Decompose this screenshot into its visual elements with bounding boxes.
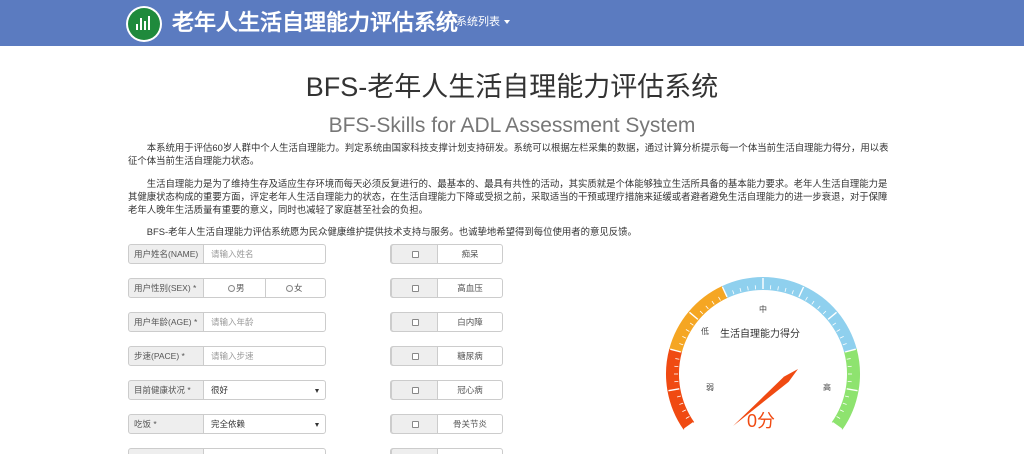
- sex-label: 用户性别(SEX) *: [128, 278, 204, 298]
- gauge-label-weak: 弱: [706, 383, 714, 392]
- pace-input[interactable]: 请输入步速: [203, 346, 326, 366]
- gauge-band-blue: [722, 277, 857, 353]
- gauge-score: 0分: [747, 411, 775, 431]
- condition-label: 骨关节炎: [452, 419, 487, 429]
- gauge-label-high: 高: [823, 382, 831, 392]
- select-arrow-icon: [315, 423, 319, 427]
- eat-select[interactable]: 完全依赖: [203, 414, 326, 434]
- page-title: BFS-老年人生活自理能力评估系统: [305, 72, 719, 102]
- sex-female-option[interactable]: 女: [265, 278, 326, 298]
- top-navbar: 老年人生活自理能力评估系统 系统列表: [0, 0, 1024, 46]
- eat-select-value: 完全依赖: [211, 419, 246, 429]
- condition-cataract[interactable]: 白内障: [390, 312, 503, 332]
- name-input[interactable]: 请输入姓名: [203, 244, 326, 264]
- condition-coronary[interactable]: 冠心病: [390, 380, 503, 400]
- health-label: 目前健康状况 *: [128, 380, 204, 400]
- select-arrow-icon: [315, 389, 319, 393]
- intro-paragraph-3: BFS-老年人生活自理能力评估系统愿为民众健康维护提供技术支持与服务。也诚挚地希…: [146, 226, 637, 237]
- health-select-value: 很好: [211, 385, 229, 395]
- checkbox-diabetes[interactable]: [412, 353, 419, 360]
- sex-male-label: 男: [236, 283, 245, 293]
- checkbox-osteoarthritis[interactable]: [412, 421, 419, 428]
- checkbox-coronary[interactable]: [412, 387, 419, 394]
- system-list-label: 系统列表: [456, 16, 500, 28]
- condition-hypertension[interactable]: 高血压: [390, 278, 503, 298]
- pace-label: 步速(PACE) *: [128, 346, 204, 366]
- caret-down-icon: [504, 20, 510, 25]
- next-input[interactable]: [203, 448, 326, 454]
- intro-paragraph-1: 本系统用于评估60岁人群中个人生活自理能力。判定系统由国家科技支撑计划支持研发。…: [128, 142, 889, 166]
- sex-female-label: 女: [294, 283, 303, 293]
- name-label: 用户姓名(NAME): [128, 244, 204, 264]
- condition-partial[interactable]: [390, 448, 503, 454]
- condition-diabetes[interactable]: 糖尿病: [390, 346, 503, 366]
- age-input[interactable]: 请输入年龄: [203, 312, 326, 332]
- app-title[interactable]: 老年人生活自理能力评估系统: [172, 9, 458, 37]
- condition-label: 白内障: [457, 317, 483, 327]
- logo-bars-icon: [136, 16, 152, 30]
- logo[interactable]: [126, 6, 162, 42]
- gauge-band-green: [831, 348, 860, 430]
- condition-osteoarthritis[interactable]: 骨关节炎: [390, 414, 503, 434]
- page-subtitle: BFS-Skills for ADL Assessment System: [328, 114, 696, 137]
- radio-male[interactable]: [228, 285, 235, 292]
- logo-emblem: [128, 8, 160, 40]
- checkbox-dementia[interactable]: [412, 251, 419, 258]
- health-select[interactable]: 很好: [203, 380, 326, 400]
- eat-label: 吃饭 *: [128, 414, 204, 434]
- condition-label: 糖尿病: [457, 351, 483, 361]
- gauge-title: 生活自理能力得分: [720, 327, 800, 340]
- age-label: 用户年龄(AGE) *: [128, 312, 204, 332]
- condition-dementia[interactable]: 痴呆: [390, 244, 503, 264]
- condition-label: 痴呆: [461, 249, 479, 259]
- gauge-label-mid: 中: [759, 304, 767, 314]
- condition-label: 冠心病: [457, 385, 483, 395]
- score-gauge: 低 中 弱 高 生活自理能力得分 0分: [666, 277, 860, 431]
- gauge-ticks: [668, 278, 858, 430]
- system-list-dropdown[interactable]: 系统列表: [456, 15, 510, 29]
- gauge-color-bands: [666, 277, 860, 430]
- checkbox-hypertension[interactable]: [412, 285, 419, 292]
- gauge-band-orange: [669, 286, 728, 353]
- sex-male-option[interactable]: 男: [203, 278, 266, 298]
- intro-paragraph-2: 生活自理能力是为了维持生存及适应生存环境而每天必须反复进行的、最基本的、最具有共…: [128, 178, 888, 215]
- gauge-label-low: 低: [701, 326, 709, 336]
- gauge-band-red: [666, 348, 695, 430]
- radio-female[interactable]: [286, 285, 293, 292]
- condition-label: 高血压: [457, 283, 483, 293]
- next-label: [128, 448, 204, 454]
- checkbox-cataract[interactable]: [412, 319, 419, 326]
